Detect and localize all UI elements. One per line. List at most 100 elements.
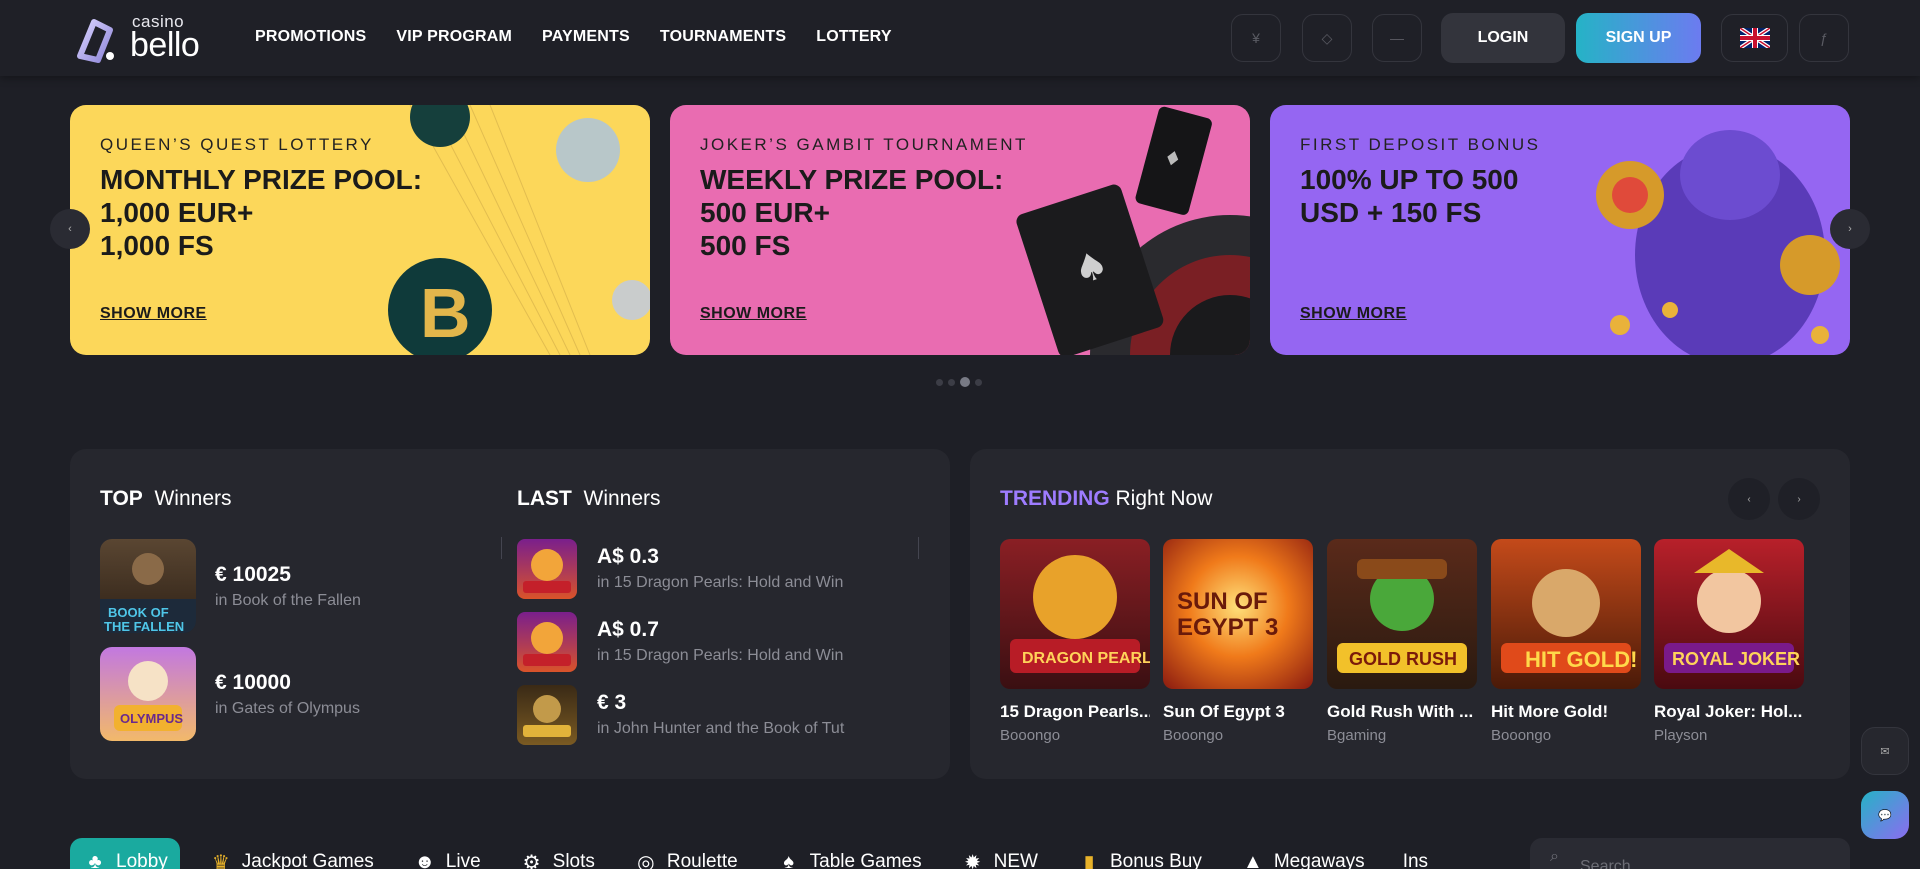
show-more-link[interactable]: SHOW MORE <box>1300 305 1407 323</box>
divider <box>918 537 919 559</box>
john-hunter-thumb[interactable] <box>517 685 577 745</box>
carousel-dot[interactable] <box>936 378 943 386</box>
banner-tournament[interactable]: ♠ ♦ JOKER’S GAMBIT TOURNAMENT WEEKLY PRI… <box>670 105 1250 355</box>
game-name[interactable]: Royal Joker: Hol... <box>1654 702 1804 722</box>
trending-title: TRENDING Right Now <box>1000 487 1213 510</box>
game-art: OLYMPUS <box>114 661 183 731</box>
logo-big-text: bello <box>130 26 200 64</box>
support-icon[interactable]: ✉ <box>1861 727 1909 775</box>
menu-icon[interactable]: — <box>1372 14 1422 62</box>
game-name[interactable]: Gold Rush With ... <box>1327 702 1477 722</box>
tab-roulette[interactable]: ◎ Roulette <box>633 838 738 869</box>
game-name[interactable]: Sun Of Egypt 3 <box>1163 702 1313 722</box>
tab-slots[interactable]: ⚙ Slots <box>519 838 595 869</box>
main-nav: PROMOTIONS VIP PROGRAM PAYMENTS TOURNAME… <box>255 28 892 46</box>
tab-live[interactable]: ☻ Live <box>412 838 480 869</box>
game-provider: Playson <box>1654 727 1708 744</box>
carousel-dot[interactable] <box>975 378 982 386</box>
game-card-sun-of-egypt-3[interactable]: SUN OF EGYPT 3 <box>1163 539 1313 689</box>
banner-deposit-bonus[interactable]: FIRST DEPOSIT BONUS 100% UP TO 500 USD +… <box>1270 105 1850 355</box>
game-art: GOLD RUSH <box>1337 559 1467 673</box>
game-card-15-dragon-pearls[interactable]: DRAGON PEARLS <box>1000 539 1150 689</box>
winner-amount: € 10000 <box>215 671 291 694</box>
nav-lottery[interactable]: LOTTERY <box>816 28 891 46</box>
game-provider: Bgaming <box>1327 727 1387 744</box>
gates-of-olympus-thumb[interactable]: OLYMPUS <box>100 647 196 741</box>
tab-bonus-buy[interactable]: ▮ Bonus Buy <box>1076 838 1201 869</box>
tab-new[interactable]: ✹ NEW <box>960 838 1038 869</box>
svg-text:EGYPT 3: EGYPT 3 <box>1177 614 1278 641</box>
show-more-link[interactable]: SHOW MORE <box>700 305 807 323</box>
dealer-icon: ☻ <box>414 850 436 869</box>
trending-prev-button[interactable]: ‹ <box>1728 478 1770 520</box>
signup-button[interactable]: SIGN UP <box>1576 13 1701 63</box>
search-icon: ⌕ <box>1550 848 1559 865</box>
nav-promotions[interactable]: PROMOTIONS <box>255 28 366 46</box>
tab-lobby[interactable]: ♣ Lobby <box>70 838 180 869</box>
carousel-next-button[interactable]: › <box>1830 209 1870 249</box>
game-art: HIT GOLD! <box>1501 569 1637 673</box>
book-of-the-fallen-thumb[interactable]: BOOK OF THE FALLEN <box>100 539 196 633</box>
cards-icon: ♠ <box>783 850 794 869</box>
tab-megaways[interactable]: ▲ Megaways <box>1240 838 1365 869</box>
svg-text:DRAGON PEARLS: DRAGON PEARLS <box>1022 650 1150 667</box>
carousel-dot-active[interactable] <box>960 377 970 387</box>
svg-text:ROYAL JOKER: ROYAL JOKER <box>1672 649 1800 669</box>
game-card-gold-rush[interactable]: GOLD RUSH <box>1327 539 1477 689</box>
tab-jackpot-games[interactable]: ♛ Jackpot Games <box>208 838 374 869</box>
bonus-icon: ▮ <box>1083 851 1095 869</box>
winner-game[interactable]: in 15 Dragon Pearls: Hold and Win <box>597 574 843 592</box>
game-provider: Booongo <box>1163 727 1224 744</box>
winner-game[interactable]: in Gates of Olympus <box>215 700 360 718</box>
nav-tournaments[interactable]: TOURNAMENTS <box>660 28 786 46</box>
tab-ins[interactable]: Ins <box>1403 838 1428 869</box>
game-card-royal-joker[interactable]: ROYAL JOKER <box>1654 539 1804 689</box>
uk-flag-icon <box>1739 28 1770 48</box>
search-input[interactable]: ⌕ Search <box>1530 838 1850 869</box>
banner-title: MONTHLY PRIZE POOL: 1,000 EUR+ 1,000 FS <box>100 164 423 261</box>
game-art: SUN OFEGYPT 3 <box>1177 588 1278 641</box>
carousel-prev-button[interactable]: ‹ <box>50 209 90 249</box>
winner-game[interactable]: in 15 Dragon Pearls: Hold and Win <box>597 647 843 665</box>
game-art: ROYAL JOKER <box>1664 549 1800 673</box>
crown-icon: ♛ <box>211 851 230 869</box>
winner-game[interactable]: in John Hunter and the Book of Tut <box>597 720 844 738</box>
settings-icon[interactable]: ƒ <box>1799 14 1849 62</box>
banner-subtitle: FIRST DEPOSIT BONUS <box>1300 135 1541 154</box>
clover-icon: ♣ <box>88 850 102 869</box>
nav-payments[interactable]: PAYMENTS <box>542 28 630 46</box>
dragon-pearls-thumb[interactable] <box>517 539 577 599</box>
winner-amount: A$ 0.3 <box>597 545 659 568</box>
casino-bello-logo[interactable]: casino bello <box>70 12 220 64</box>
svg-text:HIT GOLD!: HIT GOLD! <box>1525 647 1637 672</box>
game-card-hit-more-gold[interactable]: HIT GOLD! <box>1491 539 1641 689</box>
show-more-link[interactable]: SHOW MORE <box>100 305 207 323</box>
language-selector[interactable] <box>1721 14 1788 62</box>
game-name[interactable]: Hit More Gold! <box>1491 702 1641 722</box>
svg-text:B: B <box>420 274 471 352</box>
gift-icon[interactable]: ◇ <box>1302 14 1352 62</box>
winner-game[interactable]: in Book of the Fallen <box>215 592 361 610</box>
login-button[interactable]: LOGIN <box>1441 13 1565 63</box>
svg-text:BOOK OF: BOOK OF <box>108 605 169 620</box>
top-winners-title: TOP Winners <box>100 487 232 510</box>
trending-next-button[interactable]: › <box>1778 478 1820 520</box>
chat-icon[interactable]: 💬 <box>1861 791 1909 839</box>
carousel-dots <box>936 377 982 387</box>
carousel-dot[interactable] <box>948 378 955 386</box>
game-art: BOOK OFTHE FALLEN <box>100 553 196 633</box>
game-art <box>523 622 571 666</box>
banner-title: 100% UP TO 500 USD + 150 FS <box>1300 164 1519 228</box>
banner-lottery[interactable]: B QUEEN’S QUEST LOTTERY MONTHLY PRIZE PO… <box>70 105 650 355</box>
last-winners-title: LAST Winners <box>517 487 661 510</box>
tab-table-games[interactable]: ♠ Table Games <box>776 838 921 869</box>
game-art <box>523 695 571 737</box>
svg-text:OLYMPUS: OLYMPUS <box>120 711 183 726</box>
divider <box>501 537 502 559</box>
game-name[interactable]: 15 Dragon Pearls... <box>1000 702 1150 722</box>
nav-vip-program[interactable]: VIP PROGRAM <box>396 28 512 46</box>
currency-icon[interactable]: ¥ <box>1231 14 1281 62</box>
dragon-pearls-thumb[interactable] <box>517 612 577 672</box>
banner-subtitle: QUEEN’S QUEST LOTTERY <box>100 135 374 154</box>
game-art <box>523 549 571 593</box>
